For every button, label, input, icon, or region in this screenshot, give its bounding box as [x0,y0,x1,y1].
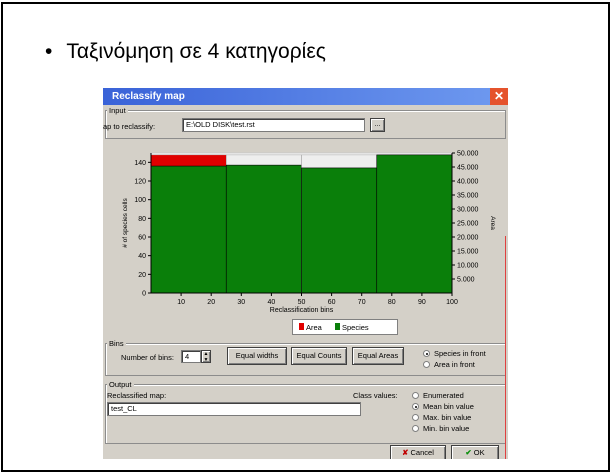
legend-area-label: Area [306,323,322,332]
reclassified-map-field[interactable]: test_CL [107,402,361,416]
x-tick-label: 30 [237,299,245,306]
y-right-tick-label: 20.000 [457,235,479,242]
species-bar-4 [376,154,453,294]
y-left-tick-label: 0 [142,291,146,298]
input-group-label: Input [107,106,128,115]
map-to-reclassify-field[interactable]: E:\OLD DISK\test.rst [182,118,365,132]
slide-bullet-text: Ταξινόμηση σε 4 κατηγορίες [66,40,326,63]
y-left-tick-label: 120 [134,179,146,186]
browse-button[interactable]: ... [370,118,385,132]
mean-bin-value-label: Mean bin value [423,402,474,411]
cancel-label: Cancel [410,448,434,457]
species-in-front-radio[interactable] [423,350,430,357]
y-right-tick-label: 25.000 [457,221,479,228]
y-left-tick-label: 60 [138,235,146,242]
class-values-label: Class values: [353,391,398,400]
y-right-tick-label: 40.000 [457,179,479,186]
y-right-tick-label: 10.000 [457,263,479,270]
y-left-axis-title: # of species cells [122,198,129,248]
equal-counts-button[interactable]: Equal Counts [291,347,347,365]
species-bar-1 [150,165,227,294]
y-left-tick-label: 80 [138,216,146,223]
x-tick-label: 50 [298,299,306,306]
output-group-label: Output [107,380,134,389]
y-right-tick-label: 35.000 [457,193,479,200]
area-in-front-radio[interactable] [423,361,430,368]
x-tick-label: 10 [177,299,185,306]
species-bar-3 [301,167,378,294]
y-right-tick-label: 50.000 [457,151,479,158]
y-right-axis-title: Area [489,216,496,230]
x-tick-label: 60 [328,299,336,306]
x-tick-label: 80 [388,299,396,306]
equal-areas-button[interactable]: Equal Areas [352,347,404,365]
enumerated-radio[interactable] [412,392,419,399]
slide-bullet: • Ταξινόμηση σε 4 κατηγορίες [45,40,326,64]
max-bin-value-radio[interactable] [412,414,419,421]
species-bar-2 [225,164,302,294]
cancel-button[interactable]: ✘ Cancel [390,445,446,459]
dialog-titlebar: Reclassify map ✕ [103,88,508,105]
enumerated-label: Enumerated [423,391,464,400]
map-to-reclassify-label: ap to reclassify: [103,122,156,131]
x-axis-title: Reclassification bins [270,307,334,314]
species-in-front-label: Species in front [434,349,486,358]
y-left-tick-label: 140 [134,160,146,167]
ok-icon: ✔ [465,448,472,457]
num-bins-field[interactable]: 4 [181,350,201,363]
num-bins-spinner[interactable]: ▲ ▼ [201,350,211,363]
x-tick-label: 70 [358,299,366,306]
equal-widths-button[interactable]: Equal widths [227,347,287,365]
min-bin-value-radio[interactable] [412,425,419,432]
y-left-tick-label: 40 [138,253,146,260]
area-in-front-label: Area in front [434,360,475,369]
mean-bin-value-radio[interactable] [412,403,419,410]
ok-button[interactable]: ✔ OK [451,445,499,459]
x-tick-label: 90 [418,299,426,306]
y-left-tick-label: 100 [134,197,146,204]
chart-legend: Area Species [292,319,398,335]
y-right-tick-label: 30.000 [457,207,479,214]
ok-label: OK [473,448,485,457]
bullet-dot: • [45,40,53,63]
dialog-title: Reclassify map [112,91,185,102]
y-right-tick-label: 5.000 [457,277,475,284]
y-left-tick-label: 20 [138,272,146,279]
legend-area-swatch [299,323,304,330]
y-right-tick-label: 45.000 [457,165,479,172]
x-tick-label: 100 [446,299,458,306]
max-bin-value-label: Max. bin value [423,413,472,422]
min-bin-value-label: Min. bin value [423,424,470,433]
reclassified-map-label: Reclassified map: [107,391,167,400]
histogram-chart: 10 20 30 40 50 60 70 80 90 100 0 20 40 60 80 100 120 140 5… [122,151,496,315]
reclassify-dialog: Reclassify map ✕ Input ap to reclassify:… [103,88,508,459]
bins-group-label: Bins [107,339,126,348]
close-icon[interactable]: ✕ [490,88,508,105]
cancel-icon: ✘ [402,448,409,457]
legend-species-swatch [335,323,340,330]
y-right-tick-label: 15.000 [457,249,479,256]
num-bins-label: Number of bins: [121,353,174,362]
x-tick-label: 40 [268,299,276,306]
legend-species-label: Species [342,323,369,332]
x-tick-label: 20 [207,299,215,306]
red-edge-line [505,236,506,459]
